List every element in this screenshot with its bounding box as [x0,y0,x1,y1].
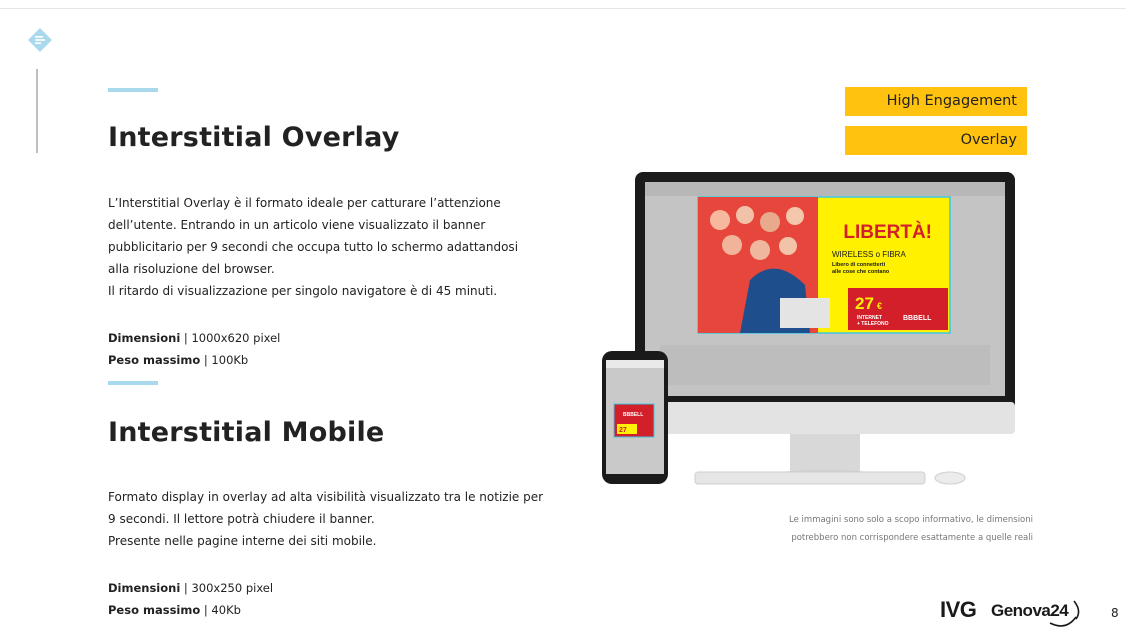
badge-overlay: Overlay [845,126,1027,155]
section-description-mobile: Formato display in overlay ad alta visib… [108,486,543,552]
paragraph-line: Il ritardo di visualizzazione per singol… [108,284,498,298]
smartphone-mockup: BBBELL 27 [602,351,668,484]
ad-price-currency: € [877,301,882,311]
paragraph-line: 9 secondi. Il lettore potrà chiudere il … [108,512,375,526]
paragraph-line: Presente nelle pagine interne dei siti m… [108,534,377,548]
spec-label: Peso massimo [108,353,201,367]
ad-sub-3: alle cose che contano [832,269,890,275]
spec-value: | 100Kb [200,353,249,367]
ad-brand: BBBELL [903,315,932,322]
paragraph-line: L’Interstitial Overlay è il formato idea… [108,196,501,210]
page-number: 8 [1111,606,1119,620]
ad-banner-image [697,196,951,334]
spec-label: Dimensioni [108,331,181,345]
section-title-mobile: Interstitial Mobile [108,417,385,448]
spec-label: Peso massimo [108,603,201,617]
paragraph-line: pubblicitario per 9 secondi che occupa t… [108,240,519,254]
spec-label: Dimensioni [108,581,181,595]
spec-value: | 40Kb [200,603,241,617]
mobile-ad-price: 27 [619,427,627,434]
section-accent-bar [108,88,158,92]
ad-sub-1: WIRELESS o FIBRA [832,250,906,259]
disclaimer-line: potrebbero non corrispondere esattamente… [791,533,1033,543]
paragraph-line: Formato display in overlay ad alta visib… [108,490,544,504]
ad-price: 27 [855,294,874,313]
image-disclaimer: Le immagini sono solo a scopo informativ… [720,511,1033,547]
spec-weight-mobile: Peso massimo | 40Kb [108,599,241,621]
spec-weight-overlay: Peso massimo | 100Kb [108,349,248,371]
section-accent-bar [108,381,158,385]
paragraph-line: alla risoluzione del browser. [108,262,275,276]
spec-dimensions-overlay: Dimensioni | 1000x620 pixel [108,327,280,349]
ad-sub-2: Libero di connetterti [832,262,886,268]
ivg-logo: IVG [940,597,977,622]
ad-price-caption-2: + TELEFONO [857,321,889,327]
paragraph-line: dell’utente. Entrando in un articolo vie… [108,218,486,232]
spec-value: | 300x250 pixel [180,581,274,595]
mobile-ad-brand: BBBELL [623,412,643,418]
top-divider [0,8,1126,9]
document-diamond-icon [28,28,52,52]
ad-headline: LIBERTÀ! [843,221,932,243]
side-vertical-line [36,69,38,153]
section-title-overlay: Interstitial Overlay [108,122,400,153]
disclaimer-line: Le immagini sono solo a scopo informativ… [789,515,1033,525]
spec-dimensions-mobile: Dimensioni | 300x250 pixel [108,577,273,599]
genova24-swirl-icon [1049,600,1080,627]
badge-high-engagement: High Engagement [845,87,1027,116]
section-description-overlay: L’Interstitial Overlay è il formato idea… [108,192,518,302]
spec-value: | 1000x620 pixel [180,331,281,345]
